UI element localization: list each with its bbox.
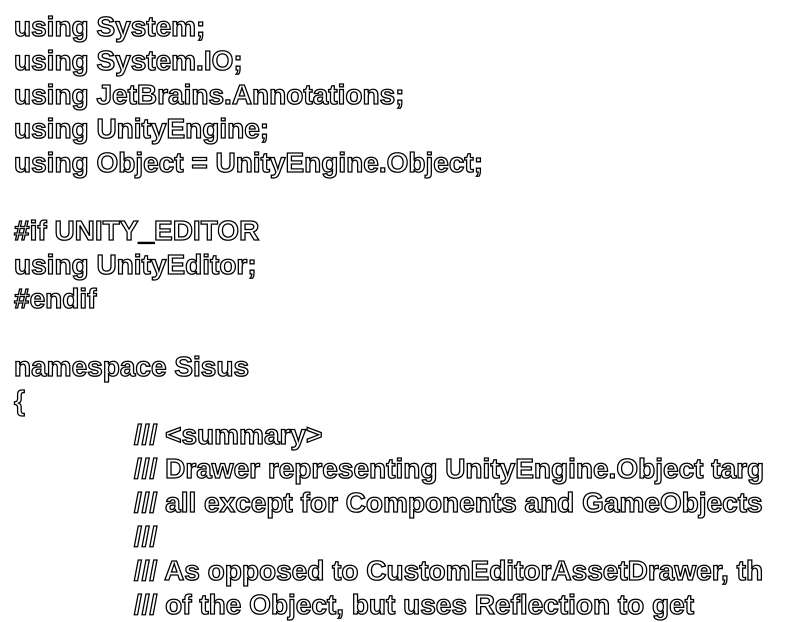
blank-code-line [14, 316, 764, 350]
blank-code-line [14, 180, 764, 214]
code-line: /// As opposed to CustomEditorAssetDrawe… [133, 554, 764, 586]
code-line: namespace Sisus [13, 350, 250, 382]
code-line: /// Drawer representing UnityEngine.Obje… [133, 452, 765, 484]
code-line: /// [133, 520, 158, 552]
code-line: using UnityEngine; [13, 112, 270, 144]
code-line: using System.IO; [13, 44, 243, 76]
code-line: using Object = UnityEngine.Object; [13, 146, 484, 178]
code-view: using System; using System.IO; using JetBr… [13, 10, 765, 622]
code-line: using JetBrains.Annotations; [13, 78, 405, 110]
code-line: using UnityEditor; [13, 248, 257, 280]
code-line: /// of the Object, but uses Reflection t… [133, 588, 695, 620]
code-line: using System; [13, 10, 206, 42]
code-line: #endif [13, 282, 97, 314]
code-line: /// all except for Components and GameOb… [133, 486, 763, 518]
code-line: { [13, 384, 25, 416]
code-line: /// <summary> [133, 418, 323, 450]
code-line: #if UNITY_EDITOR [13, 214, 260, 246]
